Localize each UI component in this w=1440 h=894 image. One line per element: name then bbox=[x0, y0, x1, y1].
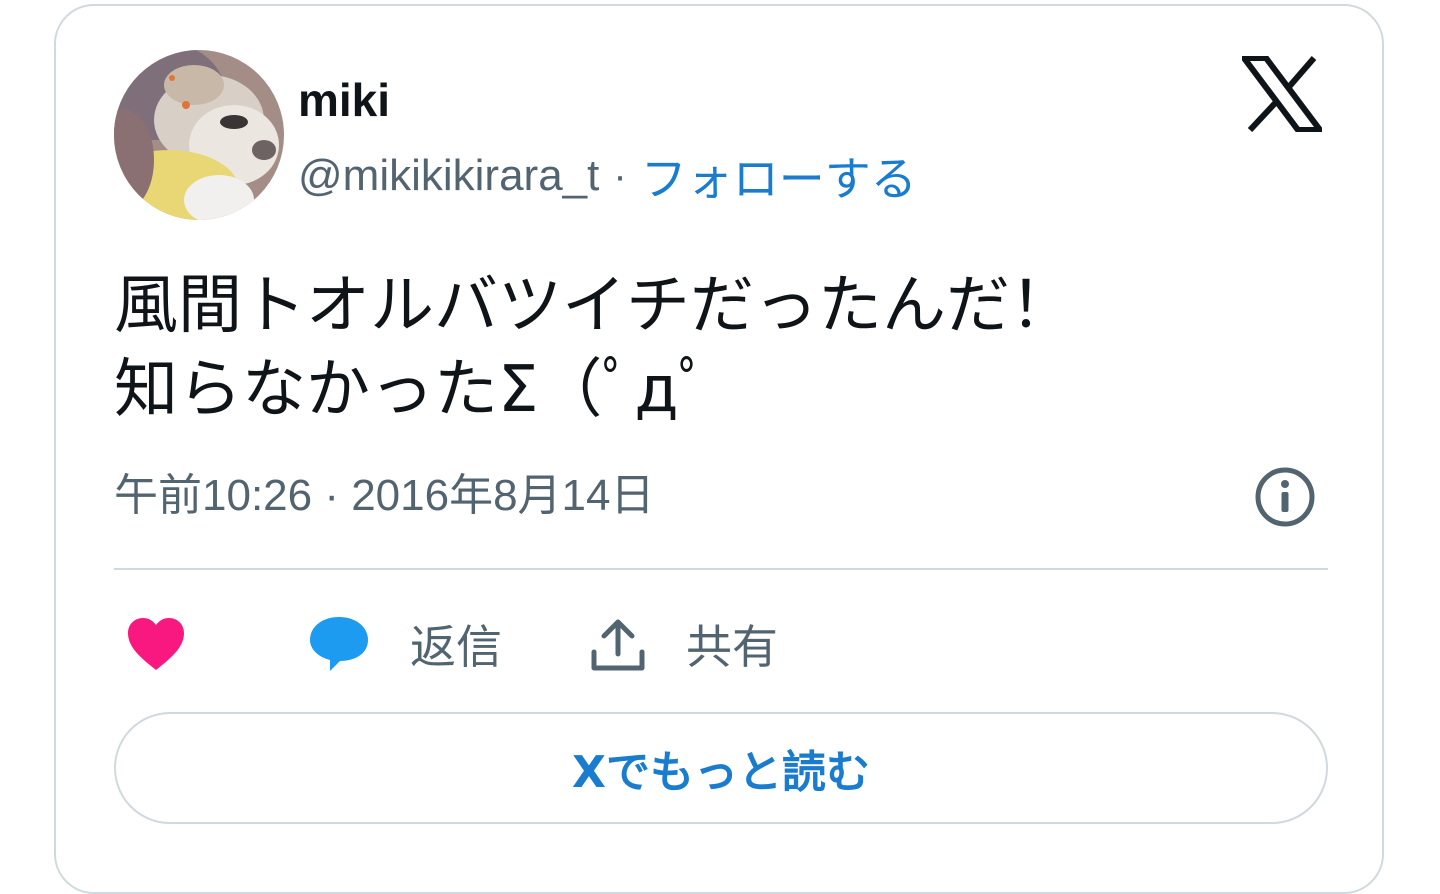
like-button[interactable] bbox=[126, 604, 186, 684]
action-bar: 返信 共有 bbox=[114, 604, 1328, 684]
tweet-card: miki @mikikikirara_t · フォローする 風間トオルバツイチだ… bbox=[54, 4, 1384, 894]
speech-bubble-icon bbox=[310, 617, 368, 671]
user-handle[interactable]: @mikikikirara_t bbox=[298, 151, 599, 201]
user-display-name[interactable]: miki bbox=[298, 70, 390, 130]
heart-icon bbox=[128, 618, 184, 670]
share-button[interactable]: 共有 bbox=[590, 604, 778, 684]
read-more-label: Xでもっと読む bbox=[572, 747, 870, 798]
handle-row: @mikikikirara_t · フォローする bbox=[298, 146, 917, 206]
x-logo-icon[interactable] bbox=[1242, 56, 1322, 132]
follow-button[interactable]: フォローする bbox=[641, 143, 917, 209]
tweet-text-line-1: 風間トオルバツイチだったんだ！ bbox=[114, 269, 1074, 343]
tweet-text-line-2: 知らなかったΣ（ﾟдﾟ bbox=[114, 353, 711, 427]
tweet-timestamp[interactable]: 午前10:26 · 2016年8月14日 bbox=[114, 466, 655, 526]
tweet-text: 風間トオルバツイチだったんだ！ 知らなかったΣ（ﾟдﾟ bbox=[114, 264, 1294, 432]
reply-label: 返信 bbox=[410, 620, 502, 674]
read-more-on-x-button[interactable]: Xでもっと読む bbox=[114, 712, 1328, 824]
share-label: 共有 bbox=[686, 620, 778, 674]
avatar-image bbox=[114, 50, 284, 220]
divider bbox=[114, 568, 1328, 570]
info-icon[interactable] bbox=[1254, 466, 1316, 528]
separator-dot: · bbox=[613, 153, 627, 198]
avatar[interactable] bbox=[114, 50, 284, 220]
share-upload-icon bbox=[591, 619, 645, 671]
reply-button[interactable]: 返信 bbox=[308, 604, 502, 684]
